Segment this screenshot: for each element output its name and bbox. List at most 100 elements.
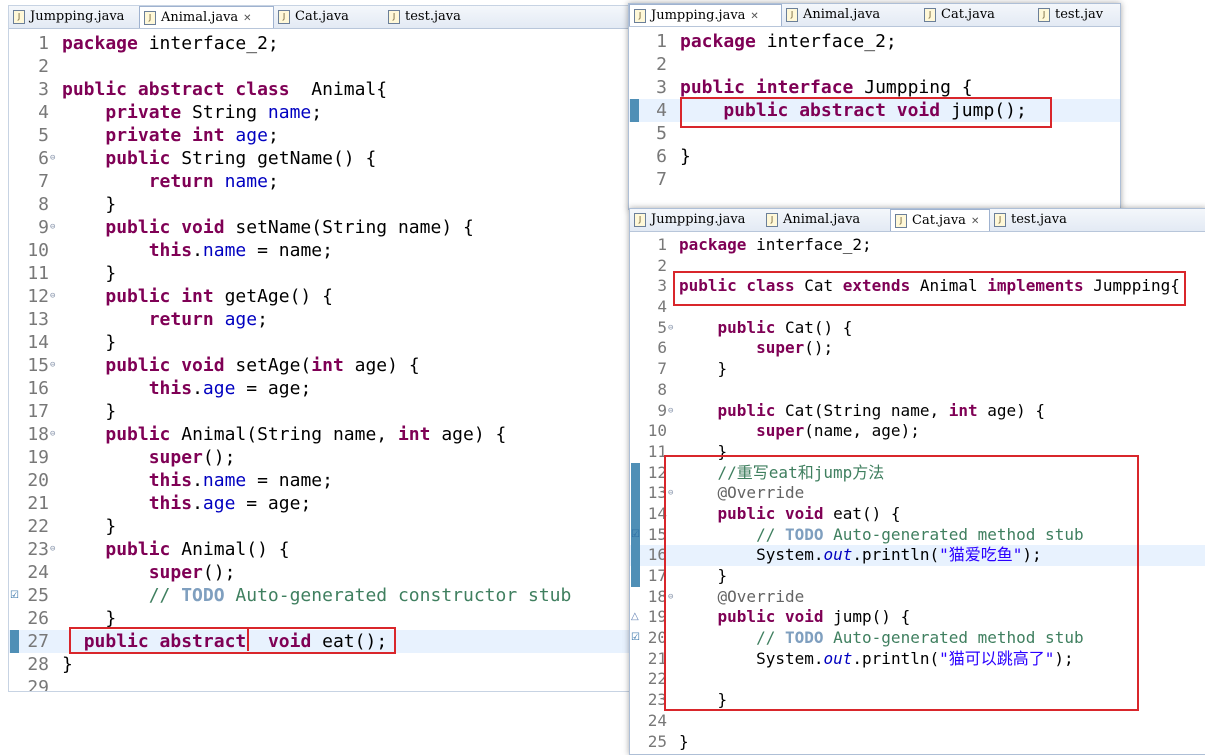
fold-toggle-icon[interactable]: ⊖	[50, 354, 55, 377]
code-text: this.name = name;	[148, 240, 333, 261]
java-file-icon: J	[144, 10, 156, 25]
code-line[interactable]: 24 super();	[9, 561, 631, 584]
code-line[interactable]: 10 this.name = name;	[9, 239, 631, 262]
tab-label: test.java	[405, 9, 461, 24]
code-line[interactable]: ☑ 25 // TODO Auto-generated constructor s…	[9, 584, 631, 607]
animal-editor-tabbar: J Jumpping.java J Animal.java ✕ J Cat.java Jtes…	[9, 6, 631, 29]
line-number: 4	[657, 297, 667, 317]
code-line[interactable]: 8 }	[9, 193, 631, 216]
highlight-box-overrides	[664, 455, 1139, 711]
code-line[interactable]: 9 ⊖ public Cat(String name, int age) {	[630, 401, 1205, 422]
line-number: 7	[657, 359, 667, 379]
cat-editor-tabbar: J Jumpping.java J Animal.java J Cat.java ✕ Jtes…	[630, 209, 1205, 232]
close-tab-icon[interactable]: ✕	[971, 216, 979, 227]
code-line[interactable]: 20 this.name = name;	[9, 469, 631, 492]
highlight-box-cat-class	[673, 271, 1186, 306]
code-line[interactable]: 7 return name;	[9, 170, 631, 193]
code-line[interactable]: 22 }	[9, 515, 631, 538]
fold-toggle-icon[interactable]: ⊖	[50, 538, 55, 561]
animal-editor-code[interactable]: 1 package interface_2; 2 3 public abstract c…	[9, 29, 631, 691]
code-line[interactable]: 29	[9, 676, 631, 692]
code-text: public String getName() {	[105, 148, 377, 169]
code-line[interactable]: 28}	[9, 653, 631, 676]
line-number: 4	[38, 102, 49, 123]
tab-animal-java[interactable]: J Animal.java	[782, 4, 920, 26]
code-line[interactable]: 15 ⊖ public void setAge(int age) {	[9, 354, 631, 377]
java-file-icon: J	[895, 213, 907, 228]
line-number: 21	[27, 493, 49, 514]
fold-toggle-icon[interactable]: ⊖	[50, 216, 55, 239]
code-line[interactable]: 19 super();	[9, 446, 631, 469]
tab-test-jav[interactable]: Jtest.jav	[1034, 4, 1120, 26]
tab-cat-java[interactable]: J Cat.java ✕	[890, 209, 990, 231]
code-line[interactable]: 12 ⊖ public int getAge() {	[9, 285, 631, 308]
line-number: 8	[657, 379, 667, 399]
code-text: }	[680, 146, 691, 167]
code-line[interactable]: 23 ⊖ public Animal() {	[9, 538, 631, 561]
tab-cat-java[interactable]: J Cat.java	[274, 6, 384, 28]
tab-test-java[interactable]: Jtest.java	[990, 209, 1098, 231]
code-line[interactable]: 5 private int age;	[9, 124, 631, 147]
code-line[interactable]: 1 package interface_2;	[629, 30, 1120, 53]
code-line[interactable]: 11 }	[9, 262, 631, 285]
tab-test-java[interactable]: Jtest.java	[384, 6, 494, 28]
fold-toggle-icon[interactable]: ⊖	[50, 147, 55, 170]
code-text: }	[62, 263, 117, 284]
code-line[interactable]: 1 package interface_2;	[9, 32, 631, 55]
code-text: this.name = name;	[148, 470, 333, 491]
line-number: 17	[27, 401, 49, 422]
code-line[interactable]: 21 this.age = age;	[9, 492, 631, 515]
tab-cat-java[interactable]: J Cat.java	[920, 4, 1034, 26]
tab-jumpping-java[interactable]: J Jumpping.java	[630, 209, 762, 231]
code-line[interactable]: 6}	[629, 145, 1120, 168]
code-text: public Cat(String name, int age) {	[717, 400, 1046, 420]
fold-toggle-icon[interactable]: ⊖	[668, 401, 673, 422]
line-number: 9	[38, 217, 49, 238]
tab-label: test.jav	[1055, 7, 1104, 22]
code-line[interactable]: 9 ⊖ public void setName(String name) {	[9, 216, 631, 239]
code-line[interactable]: 14 }	[9, 331, 631, 354]
tab-animal-java[interactable]: J Animal.java ✕	[139, 6, 274, 28]
code-line[interactable]: 18 ⊖ public Animal(String name, int age) …	[9, 423, 631, 446]
code-line[interactable]: 25}	[630, 732, 1205, 753]
tab-jumpping-java[interactable]: J Jumpping.java ✕	[629, 4, 782, 26]
fold-toggle-icon[interactable]: ⊖	[50, 285, 55, 308]
fold-toggle-icon[interactable]: ⊖	[50, 423, 55, 446]
line-number: 14	[27, 332, 49, 353]
java-file-icon: J	[786, 7, 798, 22]
line-number: 5	[38, 125, 49, 146]
close-tab-icon[interactable]: ✕	[750, 11, 758, 22]
fold-toggle-icon[interactable]: ⊖	[668, 318, 673, 339]
line-number: 9	[657, 400, 667, 420]
code-line[interactable]: 6 super();	[630, 338, 1205, 359]
code-line[interactable]: 7 }	[630, 359, 1205, 380]
code-line[interactable]: 10 super(name, age);	[630, 421, 1205, 442]
code-line[interactable]: 24	[630, 711, 1205, 732]
code-text: super();	[148, 562, 236, 583]
code-line[interactable]: 17 }	[9, 400, 631, 423]
code-line[interactable]: 7	[629, 168, 1120, 191]
tab-jumpping-java[interactable]: J Jumpping.java	[9, 6, 139, 28]
code-line[interactable]: 3 public abstract class Animal{	[9, 78, 631, 101]
code-line[interactable]: 2	[9, 55, 631, 78]
code-line[interactable]: 3 public interface Jumpping {	[629, 76, 1120, 99]
line-number: 16	[647, 545, 667, 565]
code-line[interactable]: 2	[629, 53, 1120, 76]
code-line[interactable]: 13 return age;	[9, 308, 631, 331]
code-line[interactable]: 4 private String name;	[9, 101, 631, 124]
tab-animal-java[interactable]: J Animal.java	[762, 209, 890, 231]
code-text: super();	[756, 338, 834, 358]
code-line[interactable]: 8	[630, 380, 1205, 401]
tab-label: Cat.java	[941, 7, 995, 22]
code-text: }	[62, 194, 117, 215]
code-line[interactable]: 6 ⊖ public String getName() {	[9, 147, 631, 170]
code-line[interactable]: 16 this.age = age;	[9, 377, 631, 400]
line-number: 1	[38, 33, 49, 54]
code-line[interactable]: 5 ⊖ public Cat() {	[630, 318, 1205, 339]
code-text: return age;	[148, 309, 268, 330]
close-tab-icon[interactable]: ✕	[243, 13, 251, 24]
line-number: 15	[647, 524, 667, 544]
line-number: 18	[647, 586, 667, 606]
line-number: 29	[27, 677, 49, 692]
code-line[interactable]: 1 package interface_2;	[630, 235, 1205, 256]
